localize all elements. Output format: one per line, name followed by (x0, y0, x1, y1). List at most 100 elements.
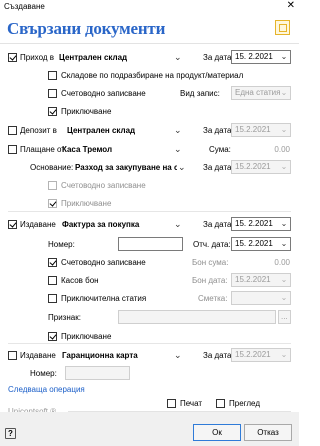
report-date-field[interactable]: 15. 2.2021 ⌄ (231, 237, 291, 251)
dialog-footer: ? Ок Отказ (0, 412, 299, 446)
account-select[interactable]: ⌄ (231, 291, 291, 305)
warranty-doc-type[interactable]: Гаранционна карта (62, 351, 138, 360)
invoice-number-label: Номер: (48, 240, 75, 249)
chevron-down-icon[interactable]: ⌄ (278, 87, 290, 99)
chevron-down-icon[interactable]: ⌄ (278, 349, 290, 361)
record-type-select[interactable]: Една статия ⌄ (231, 86, 291, 100)
divider (8, 343, 291, 344)
sign-label: Признак: (48, 313, 81, 322)
cancel-button[interactable]: Отказ (244, 424, 292, 441)
incoming-warehouse[interactable]: Централен склад (59, 53, 127, 62)
invoice-close-checkbox[interactable] (48, 332, 57, 341)
default-warehouses-label: Складове по подразбиране на продукт/мате… (61, 71, 244, 80)
preview-checkbox[interactable] (216, 399, 225, 408)
payment-reason-label: Основание: (30, 163, 74, 172)
divider (8, 211, 291, 212)
deposit-date-field[interactable]: 15.2.2021 ⌄ (231, 123, 291, 137)
payment-date-value: 15.2.2021 (235, 162, 271, 171)
chevron-down-icon[interactable]: ⌄ (278, 51, 290, 63)
warranty-checkbox[interactable] (8, 351, 17, 360)
payment-label: Плащане от (20, 145, 65, 154)
chevron-down-icon[interactable]: ⌄ (278, 124, 290, 136)
chevron-down-icon[interactable]: ⌄ (174, 219, 182, 229)
warranty-number-input[interactable] (65, 366, 130, 380)
deposit-date-value: 15.2.2021 (235, 125, 271, 134)
chevron-down-icon[interactable]: ⌄ (278, 161, 290, 173)
window-title: Създаване (4, 2, 45, 11)
invoice-checkbox[interactable] (8, 220, 17, 229)
sign-input[interactable] (118, 310, 276, 324)
record-type-label: Вид запис: (180, 89, 220, 98)
bon-sum-value: 0.00 (274, 258, 290, 267)
warranty-number-label: Номер: (30, 369, 57, 378)
payment-sum-value: 0.00 (274, 145, 290, 154)
bon-date-label: Бон дата: (192, 276, 228, 285)
sign-browse-button[interactable]: ... (278, 310, 291, 324)
invoice-close-label: Приключване (61, 332, 112, 341)
incoming-date-value: 15. 2.2021 (235, 52, 273, 61)
report-date-label: Отч. дата: (193, 240, 231, 249)
incoming-close-label: Приключване (61, 107, 112, 116)
incoming-checkbox[interactable] (8, 53, 17, 62)
preview-label: Преглед (229, 399, 260, 408)
document-window-icon (275, 20, 290, 35)
dialog-header: Свързани документи (0, 14, 299, 44)
chevron-down-icon[interactable]: ⌄ (174, 350, 182, 360)
report-date-value: 15. 2.2021 (235, 239, 273, 248)
closing-article-checkbox[interactable] (48, 294, 57, 303)
ok-button[interactable]: Ок (193, 424, 241, 441)
payment-cashbox[interactable]: Каса Тремол (62, 145, 112, 154)
incoming-close-checkbox[interactable] (48, 107, 57, 116)
help-icon[interactable]: ? (5, 428, 16, 439)
chevron-down-icon[interactable]: ⌄ (278, 238, 290, 250)
chevron-down-icon[interactable]: ⌄ (278, 292, 290, 304)
payment-checkbox[interactable] (8, 145, 17, 154)
payment-date-label: За дата: (203, 163, 234, 172)
next-operation-link[interactable]: Следваща операция (8, 385, 85, 394)
incoming-accounting-label: Счетоводно записване (61, 89, 146, 98)
incoming-accounting-checkbox[interactable] (48, 89, 57, 98)
invoice-date-field[interactable]: 15. 2.2021 ⌄ (231, 217, 291, 231)
invoice-date-value: 15. 2.2021 (235, 219, 273, 228)
invoice-doc-type[interactable]: Фактура за покупка (62, 220, 139, 229)
deposit-warehouse[interactable]: Централен склад (67, 126, 135, 135)
bon-sum-label: Бон сума: (192, 258, 229, 267)
chevron-down-icon[interactable]: ⌄ (278, 218, 290, 230)
default-warehouses-checkbox[interactable] (48, 71, 57, 80)
print-label: Печат (180, 399, 203, 408)
warranty-date-value: 15.2.2021 (235, 350, 271, 359)
deposit-date-label: За дата: (203, 126, 234, 135)
invoice-accounting-checkbox[interactable] (48, 258, 57, 267)
page-title: Свързани документи (7, 19, 166, 38)
cash-receipt-label: Касов бон (61, 276, 99, 285)
deposit-checkbox[interactable] (8, 126, 17, 135)
cash-receipt-checkbox[interactable] (48, 276, 57, 285)
payment-reason[interactable]: Разход за закупуване на с (75, 163, 177, 172)
close-icon[interactable]: ✕ (287, 0, 295, 12)
incoming-label: Приход в (20, 53, 54, 62)
chevron-down-icon[interactable]: ⌄ (174, 125, 182, 135)
account-label: Сметка: (198, 294, 228, 303)
chevron-down-icon[interactable]: ⌄ (178, 162, 186, 172)
chevron-down-icon[interactable]: ⌄ (278, 274, 290, 286)
chevron-down-icon[interactable]: ⌄ (174, 144, 182, 154)
bon-date-value: 15.2.2021 (235, 275, 271, 284)
warranty-date-field[interactable]: 15.2.2021 ⌄ (231, 348, 291, 362)
ellipsis-icon: ... (281, 312, 288, 321)
invoice-number-input[interactable] (118, 237, 183, 251)
chevron-down-icon[interactable]: ⌄ (174, 52, 182, 62)
invoice-accounting-label: Счетоводно записване (61, 258, 146, 267)
invoice-date-label: За дата: (203, 220, 234, 229)
payment-sum-label: Сума: (209, 145, 231, 154)
incoming-date-field[interactable]: 15. 2.2021 ⌄ (231, 50, 291, 64)
payment-close-checkbox[interactable] (48, 199, 57, 208)
warranty-date-label: За дата: (203, 351, 234, 360)
payment-date-field[interactable]: 15.2.2021 ⌄ (231, 160, 291, 174)
window-titlebar: Създаване ✕ (0, 0, 299, 14)
payment-close-label: Приключване (61, 199, 112, 208)
invoice-label: Издаване (20, 220, 56, 229)
bon-date-field[interactable]: 15.2.2021 ⌄ (231, 273, 291, 287)
print-checkbox[interactable] (167, 399, 176, 408)
payment-accounting-checkbox[interactable] (48, 181, 57, 190)
payment-accounting-label: Счетоводно записване (61, 181, 146, 190)
